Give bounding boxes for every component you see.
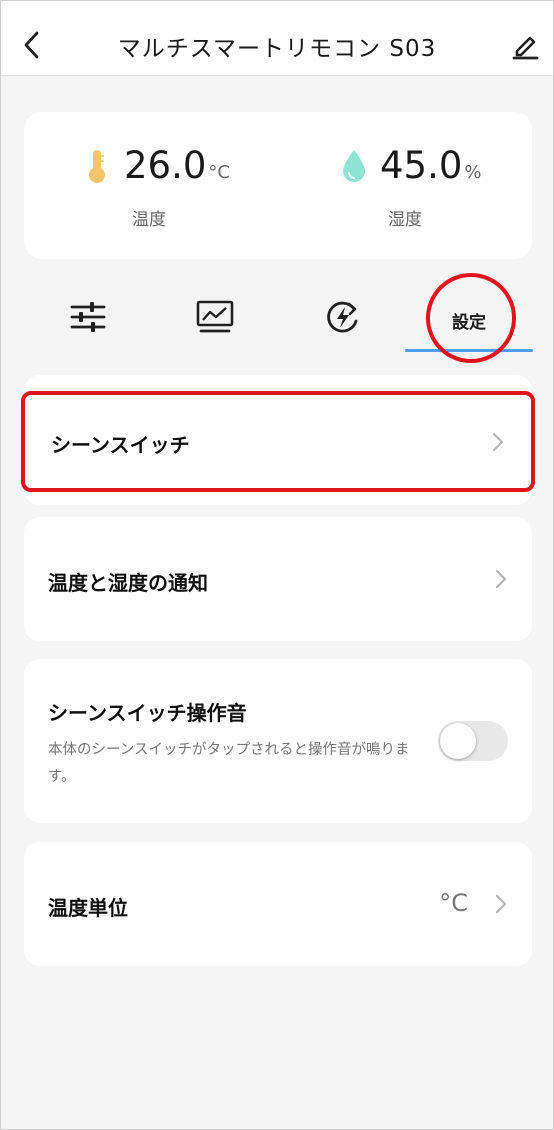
page-title: マルチスマートリモコン S03	[117, 36, 437, 62]
temperature-unit-row[interactable]: 温度単位 °C	[24, 842, 532, 966]
humidity-unit: %	[464, 162, 482, 183]
edit-button[interactable]	[507, 27, 543, 63]
tab-energy[interactable]	[288, 281, 398, 356]
thermometer-icon	[89, 150, 105, 183]
tab-chart[interactable]	[160, 281, 270, 356]
tab-bar: 設定	[1, 273, 553, 363]
chart-monitor-icon	[196, 300, 234, 333]
notification-label: 温度と湿度の通知	[48, 571, 208, 595]
temperature-value: 26.0 °C	[124, 144, 230, 187]
chevron-right-icon	[492, 432, 504, 452]
humidity-label: 湿度	[388, 210, 422, 230]
chevron-right-icon	[495, 894, 507, 914]
operation-sound-row: シーンスイッチ操作音 本体のシーンスイッチがタップされると操作音が鳴ります。	[24, 659, 532, 823]
scene-switch-label: シーンスイッチ	[51, 433, 190, 457]
operation-sound-toggle[interactable]	[438, 721, 508, 761]
highlight-circle	[426, 273, 516, 363]
water-drop-icon	[343, 150, 365, 182]
tab-settings[interactable]: 設定	[405, 273, 533, 363]
scene-switch-row[interactable]: シーンスイッチ	[21, 391, 535, 492]
top-bar: マルチスマートリモコン S03	[1, 1, 553, 76]
temperature-unit: °C	[208, 162, 230, 183]
tab-controls[interactable]	[33, 281, 143, 356]
sensor-card: 26.0 °C 温度 45.0% 湿度	[24, 112, 532, 259]
pencil-icon	[512, 36, 539, 60]
humidity-reading: 45.0% 湿度	[278, 112, 532, 259]
operation-sound-description: 本体のシーンスイッチがタップされると操作音が鳴ります。	[48, 742, 410, 785]
temperature-label: 温度	[132, 210, 166, 230]
notification-row[interactable]: 温度と湿度の通知	[24, 517, 532, 641]
operation-sound-label: シーンスイッチ操作音	[48, 701, 247, 725]
temperature-unit-label: 温度単位	[48, 896, 128, 920]
temperature-unit-value: °C	[439, 889, 468, 917]
sliders-icon	[70, 302, 106, 332]
humidity-value: 45.0%	[380, 144, 482, 187]
power-refresh-icon	[327, 301, 358, 333]
chevron-right-icon	[495, 569, 507, 589]
toggle-knob	[440, 723, 476, 759]
temperature-reading: 26.0 °C 温度	[24, 112, 278, 259]
